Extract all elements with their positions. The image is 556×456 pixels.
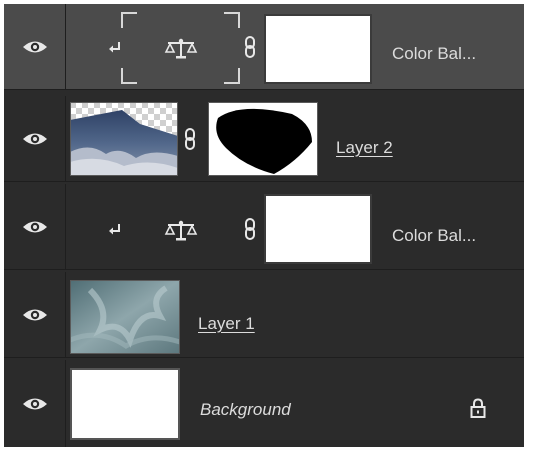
visibility-toggle[interactable] [4,272,66,357]
layer-row-background[interactable]: Background [4,360,524,447]
eye-icon [22,221,47,232]
layer-name[interactable]: Color Bal... [392,44,476,64]
layer-name[interactable]: Layer 2 [336,138,393,158]
layer-name[interactable]: Color Bal... [392,226,476,246]
eye-icon [22,133,47,144]
selection-bracket [224,68,240,84]
chain-link-icon[interactable] [244,218,256,240]
scales-icon[interactable] [164,38,198,60]
clipping-arrow-icon [109,42,120,53]
layer-mask-thumbnail[interactable] [264,14,372,84]
layer-thumbnail[interactable] [70,280,180,354]
clipping-arrow-icon [109,224,120,235]
layer-row-layer-2[interactable]: Layer 2 [4,96,524,182]
visibility-toggle[interactable] [4,360,66,447]
chain-link-icon[interactable] [184,128,196,150]
selection-bracket [121,12,137,28]
selection-bracket [224,12,240,28]
layer-row-layer-1[interactable]: Layer 1 [4,272,524,358]
layer-mask-thumbnail[interactable] [264,194,372,264]
visibility-toggle[interactable] [4,184,66,269]
layer-thumbnail[interactable] [70,368,180,440]
layer-name[interactable]: Background [200,400,291,420]
layers-panel: Color Bal... Layer 2 Color Bal... Layer … [4,4,524,447]
lock-icon[interactable] [470,398,486,418]
layer-mask-thumbnail[interactable] [208,102,318,176]
layer-thumbnail[interactable] [70,102,178,176]
eye-icon [22,309,47,320]
scales-icon[interactable] [164,220,198,242]
chain-link-icon[interactable] [244,36,256,58]
layer-row-color-balance-1[interactable]: Color Bal... [4,4,524,90]
layer-name[interactable]: Layer 1 [198,314,255,334]
eye-icon [22,41,47,52]
eye-icon [22,398,47,409]
visibility-toggle[interactable] [4,4,66,89]
selection-bracket [121,68,137,84]
layer-row-color-balance-2[interactable]: Color Bal... [4,184,524,270]
visibility-toggle[interactable] [4,96,66,181]
